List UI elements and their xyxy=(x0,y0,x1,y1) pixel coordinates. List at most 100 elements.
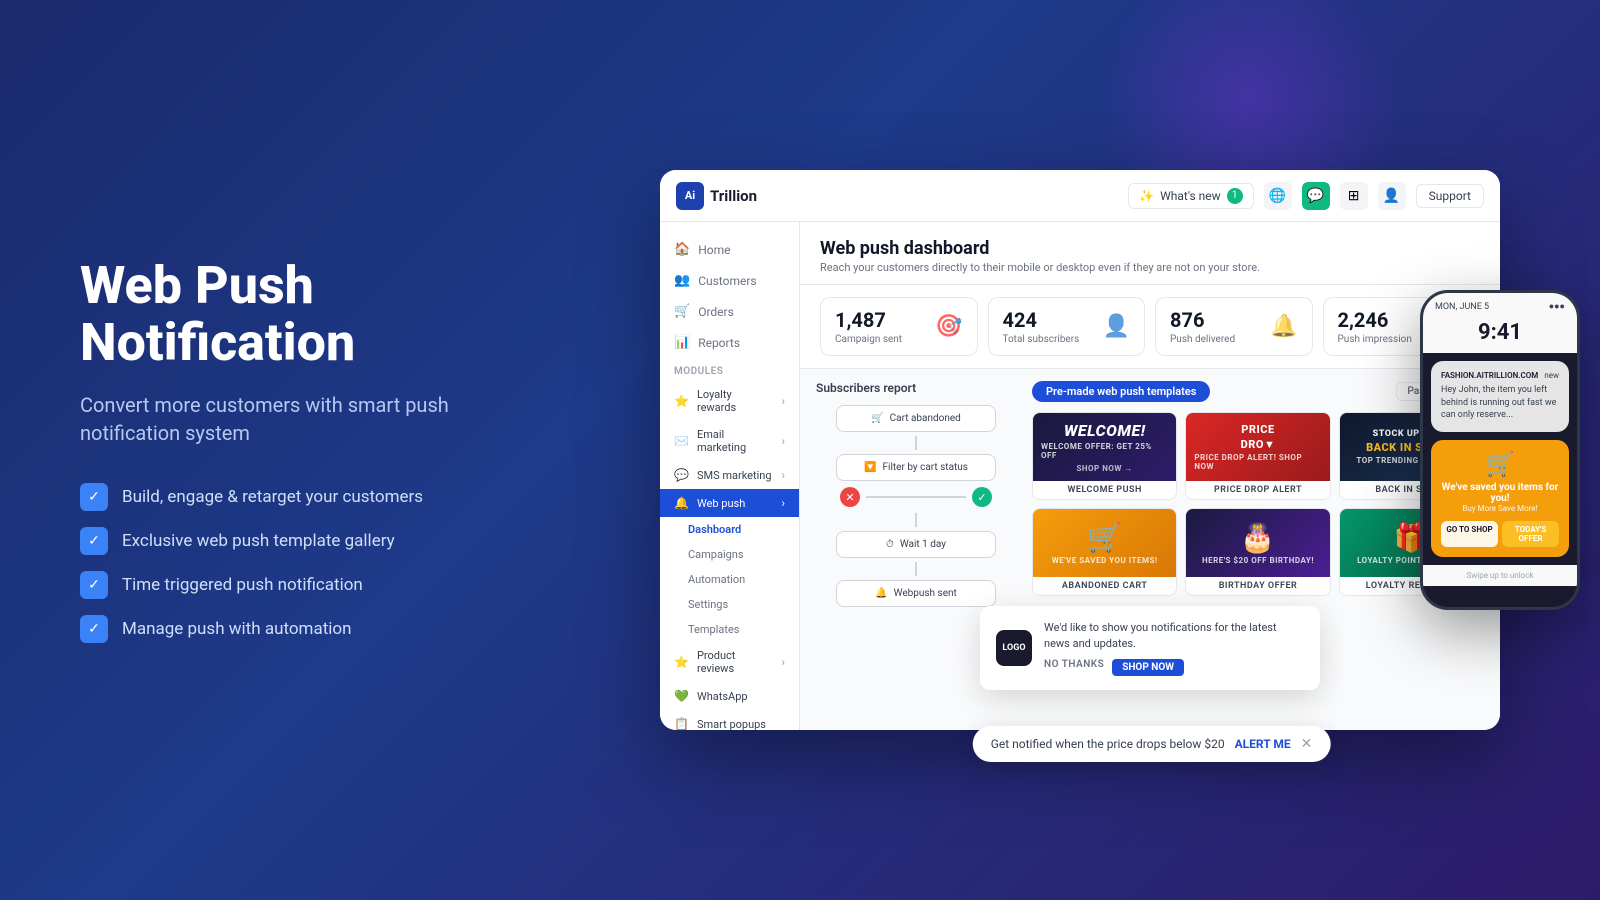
cart-flow-icon: 🛒 xyxy=(871,413,883,424)
template-price-drop[interactable]: PRICE DRO▼ Price Drop Alert! Shop Now PR… xyxy=(1185,412,1330,500)
sub-heading: Convert more customers with smart push n… xyxy=(80,391,500,447)
feature-item-1: ✓ Build, engage & retarget your customer… xyxy=(80,483,500,511)
reviews-icon: ⭐ xyxy=(674,655,689,669)
templates-grid: Welcome! Welcome Offer: Get 25% OFF Shop… xyxy=(1032,412,1484,596)
subscribers-title: Subscribers report xyxy=(816,381,1016,395)
stat-push-delivered: 876 Push delivered 🔔 xyxy=(1155,297,1313,356)
whats-new-button[interactable]: ✨ What's new 1 xyxy=(1128,183,1253,209)
flow-connector-3 xyxy=(915,562,917,576)
flow-node-webpush: 🔔 Webpush sent xyxy=(836,580,996,607)
phone-cart-card: 🛒 We've saved you items for you! Buy Mor… xyxy=(1431,440,1569,557)
whats-new-badge: 1 xyxy=(1227,188,1243,204)
subscribers-icon: 👤 xyxy=(1103,314,1130,339)
shop-now-button[interactable]: SHOP NOW xyxy=(1112,659,1184,676)
notif-actions: NO THANKS SHOP NOW xyxy=(1044,659,1304,676)
home-icon: 🏠 xyxy=(674,242,690,257)
customers-icon: 👥 xyxy=(674,273,690,288)
modules-label: MODULES xyxy=(660,358,799,381)
flow-node-cart: 🛒 Cart abandoned xyxy=(836,405,996,432)
dashboard-title: Web push dashboard xyxy=(820,238,1480,259)
template-abandoned-cart[interactable]: 🛒 We've saved you items! ABANDONED CART xyxy=(1032,508,1177,596)
webpush-icon: 🔔 xyxy=(674,496,689,510)
delivered-icon: 🔔 xyxy=(1270,314,1297,339)
phone-day: MON, JUNE 5 xyxy=(1435,302,1489,312)
webpush-flow-icon: 🔔 xyxy=(875,588,887,599)
status-error-dot: ✕ xyxy=(840,487,860,507)
flow-diagram: 🛒 Cart abandoned 🔽 Filter by cart status… xyxy=(816,405,1016,607)
sidebar-item-home[interactable]: 🏠 Home xyxy=(660,234,799,265)
email-icon: ✉️ xyxy=(674,434,689,448)
template-birthday[interactable]: 🎂 Here's $20 OFF Birthday! BIRTHDAY OFFE… xyxy=(1185,508,1330,596)
feature-list: ✓ Build, engage & retarget your customer… xyxy=(80,483,500,643)
no-thanks-button[interactable]: NO THANKS xyxy=(1044,659,1104,676)
sidebar-web-push[interactable]: 🔔 Web push xyxy=(660,489,799,517)
phone-mockup: MON, JUNE 5 ●●● 9:41 FASHION.AITRILLION.… xyxy=(1420,290,1580,610)
reports-icon: 📊 xyxy=(674,335,690,350)
notif-content: We'd like to show you notifications for … xyxy=(1044,620,1304,676)
chat-icon[interactable]: 💬 xyxy=(1302,182,1330,210)
check-icon-2: ✓ xyxy=(80,527,108,555)
templates-header: Pre-made web push templates Past 7 days … xyxy=(1032,381,1484,402)
templates-badge: Pre-made web push templates xyxy=(1032,381,1210,402)
notif-logo: LOGO xyxy=(996,630,1032,666)
alert-close-button[interactable]: ✕ xyxy=(1301,736,1313,752)
go-to-shop-button[interactable]: GO TO SHOP xyxy=(1441,521,1498,547)
flow-connector-1 xyxy=(915,436,917,450)
sidebar: 🏠 Home 👥 Customers 🛒 Orders 📊 Reports MO… xyxy=(660,222,800,730)
app-window: Ai Trillion ✨ What's new 1 🌐 💬 ⊞ 👤 Suppo… xyxy=(660,170,1500,730)
notification-popup: LOGO We'd like to show you notifications… xyxy=(980,606,1320,690)
whatsapp-icon: 💚 xyxy=(674,689,689,703)
todays-offer-button[interactable]: TODAY'S OFFER xyxy=(1502,521,1559,547)
orders-icon: 🛒 xyxy=(674,304,690,319)
sidebar-item-reports[interactable]: 📊 Reports xyxy=(660,327,799,358)
sidebar-dashboard[interactable]: Dashboard xyxy=(660,517,799,542)
campaign-icon: 🎯 xyxy=(935,314,962,339)
phone-signal: ●●● xyxy=(1549,301,1565,312)
price-alert-text: Get notified when the price drops below … xyxy=(991,737,1225,751)
sidebar-smart-popups[interactable]: 📋 Smart popups xyxy=(660,710,799,730)
phone-bottom: Swipe up to unlock xyxy=(1423,565,1577,586)
avatar-icon[interactable]: 👤 xyxy=(1378,182,1406,210)
sparkle-icon: ✨ xyxy=(1139,189,1154,203)
translate-icon[interactable]: 🌐 xyxy=(1264,182,1292,210)
phone-cart-icon: 🛒 xyxy=(1441,450,1559,478)
flow-connector-2 xyxy=(915,513,917,527)
app-body: 🏠 Home 👥 Customers 🛒 Orders 📊 Reports MO… xyxy=(660,222,1500,730)
stat-total-subscribers: 424 Total subscribers 👤 xyxy=(988,297,1146,356)
sidebar-loyalty-rewards[interactable]: ⭐ Loyalty rewards xyxy=(660,381,799,421)
sms-icon: 💬 xyxy=(674,468,689,482)
alert-me-button[interactable]: ALERT ME xyxy=(1235,737,1291,751)
template-welcome[interactable]: Welcome! Welcome Offer: Get 25% OFF Shop… xyxy=(1032,412,1177,500)
sidebar-sms-marketing[interactable]: 💬 SMS marketing xyxy=(660,461,799,489)
sidebar-product-reviews[interactable]: ⭐ Product reviews xyxy=(660,642,799,682)
sidebar-templates[interactable]: Templates xyxy=(660,617,799,642)
sidebar-automation[interactable]: Automation xyxy=(660,567,799,592)
loyalty-icon: ⭐ xyxy=(674,394,689,408)
sidebar-campaigns[interactable]: Campaigns xyxy=(660,542,799,567)
check-icon-1: ✓ xyxy=(80,483,108,511)
sidebar-item-orders[interactable]: 🛒 Orders xyxy=(660,296,799,327)
logo-box: Ai xyxy=(676,182,704,210)
grid-icon[interactable]: ⊞ xyxy=(1340,182,1368,210)
main-heading: Web Push Notification xyxy=(80,257,500,371)
support-button[interactable]: Support xyxy=(1416,184,1484,208)
flow-node-filter: 🔽 Filter by cart status xyxy=(836,454,996,481)
header-actions: ✨ What's new 1 🌐 💬 ⊞ 👤 Support xyxy=(1128,182,1484,210)
sidebar-whatsapp[interactable]: 💚 WhatsApp xyxy=(660,682,799,710)
right-section: Ai Trillion ✨ What's new 1 🌐 💬 ⊞ 👤 Suppo… xyxy=(560,150,1600,750)
phone-time: 9:41 xyxy=(1423,316,1577,353)
sidebar-settings[interactable]: Settings xyxy=(660,592,799,617)
main-content: Web push dashboard Reach your customers … xyxy=(800,222,1500,730)
stats-row: 1,487 Campaign sent 🎯 424 Total subscrib… xyxy=(800,285,1500,369)
phone-cart-btns: GO TO SHOP TODAY'S OFFER xyxy=(1441,521,1559,547)
phone-notif-time: new xyxy=(1544,371,1559,380)
phone-status-bar: MON, JUNE 5 ●●● xyxy=(1423,293,1577,316)
stat-campaign-sent: 1,487 Campaign sent 🎯 xyxy=(820,297,978,356)
app-logo: Ai Trillion xyxy=(676,182,757,210)
sidebar-email-marketing[interactable]: ✉️ Email marketing xyxy=(660,421,799,461)
phone-notification-card: FASHION.AITRILLION.COM new Hey John, the… xyxy=(1431,361,1569,432)
popups-icon: 📋 xyxy=(674,717,689,730)
dashboard-subtitle: Reach your customers directly to their m… xyxy=(820,261,1480,274)
sidebar-item-customers[interactable]: 👥 Customers xyxy=(660,265,799,296)
wait-icon: ⏱ xyxy=(886,539,894,550)
